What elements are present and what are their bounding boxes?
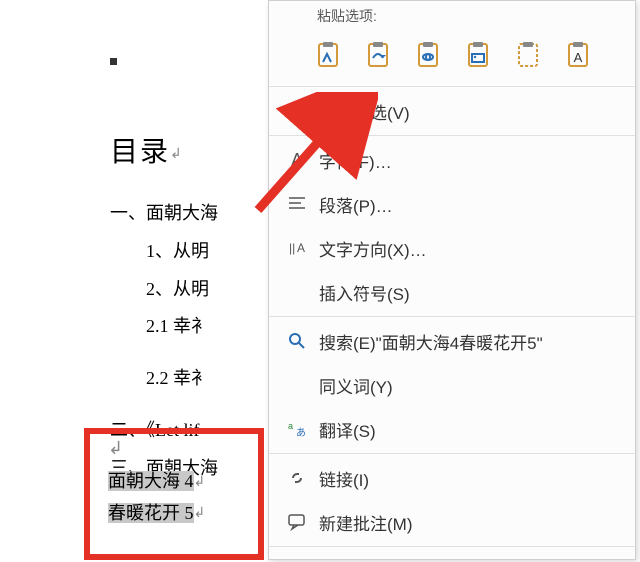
paste-link-icon[interactable] bbox=[459, 36, 497, 74]
svg-text:||: || bbox=[289, 241, 295, 255]
translate-icon: aあ bbox=[281, 419, 313, 439]
svg-text:A: A bbox=[574, 50, 583, 65]
menu-translate[interactable]: aあ 翻译(S) bbox=[269, 407, 635, 451]
toc-line-4: 2.1 幸衤 bbox=[110, 308, 280, 346]
para-mark-icon: ↲ bbox=[194, 471, 206, 496]
svg-text:A: A bbox=[297, 241, 305, 255]
paste-icons-row: A bbox=[269, 28, 635, 84]
menu-paragraph[interactable]: 段落(P)… bbox=[269, 182, 635, 226]
paragraph-icon bbox=[281, 195, 313, 213]
comment-icon bbox=[281, 513, 313, 531]
menu-link[interactable]: 链接(I) bbox=[269, 456, 635, 500]
menu-separator bbox=[269, 546, 635, 547]
empty-para-mark: ↲ bbox=[108, 433, 123, 464]
paste-merge-icon[interactable] bbox=[359, 36, 397, 74]
menu-rechoose-hanzi[interactable]: 汉字重选(V) bbox=[269, 89, 635, 133]
toc-line-1: 一、面朝大海 bbox=[110, 195, 280, 233]
selected-text-block[interactable]: 面朝大海 4↲ 春暖花开 5↲ bbox=[108, 466, 205, 529]
menu-separator bbox=[269, 135, 635, 136]
toc-line-3: 2、从明 bbox=[110, 271, 280, 309]
paste-options-header: 粘贴选项: bbox=[269, 1, 635, 28]
toc-line-5: 2.2 幸衤 bbox=[110, 360, 280, 398]
context-menu: 粘贴选项: A 汉字重选(V) A 字体(F)… 段落(P)… bbox=[268, 0, 636, 560]
menu-insert-symbol[interactable]: 插入符号(S) bbox=[269, 270, 635, 314]
paste-picture-icon[interactable] bbox=[409, 36, 447, 74]
paragraph-marker bbox=[110, 58, 117, 65]
search-icon bbox=[281, 331, 313, 351]
svg-text:a: a bbox=[288, 421, 293, 431]
toc-line-2: 1、从明 bbox=[110, 233, 280, 271]
selected-line-1[interactable]: 面朝大海 4 bbox=[108, 471, 194, 491]
text-direction-icon: ||A bbox=[281, 238, 313, 258]
para-mark-icon: ↲ bbox=[194, 502, 206, 527]
menu-text-direction[interactable]: ||A 文字方向(X)… bbox=[269, 226, 635, 270]
link-icon bbox=[281, 468, 313, 488]
svg-text:あ: あ bbox=[296, 427, 306, 439]
menu-search[interactable]: 搜索(E)"面朝大海4春暖花开5" bbox=[269, 319, 635, 363]
para-mark-icon: ↲ bbox=[170, 146, 184, 163]
toc-line-6: 二、《Let lif bbox=[110, 412, 280, 450]
menu-synonym[interactable]: 同义词(Y) bbox=[269, 363, 635, 407]
menu-new-comment[interactable]: 新建批注(M) bbox=[269, 500, 635, 544]
paste-keep-text-icon[interactable]: A bbox=[559, 36, 597, 74]
menu-font[interactable]: A 字体(F)… bbox=[269, 138, 635, 182]
menu-separator bbox=[269, 316, 635, 317]
menu-separator bbox=[269, 453, 635, 454]
selected-line-2[interactable]: 春暖花开 5 bbox=[108, 503, 194, 523]
paste-text-only-icon[interactable] bbox=[509, 36, 547, 74]
toc-title: 目录↲ bbox=[110, 130, 280, 170]
paste-keep-source-icon[interactable] bbox=[309, 36, 347, 74]
menu-separator bbox=[269, 86, 635, 87]
font-icon: A bbox=[281, 150, 313, 171]
